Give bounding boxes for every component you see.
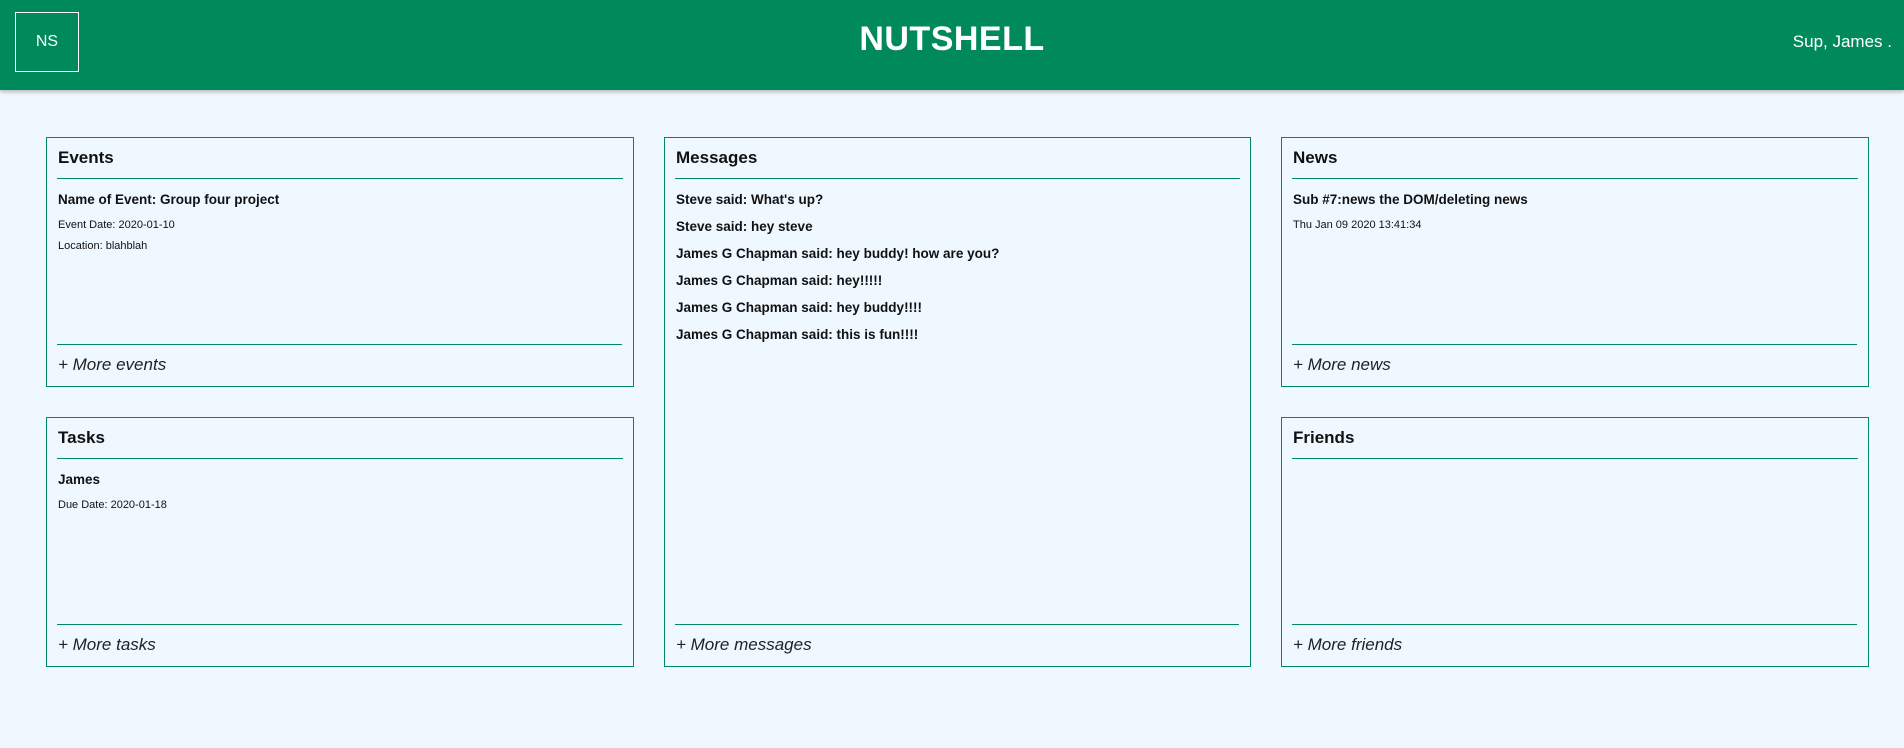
event-name: Name of Event: Group four project — [58, 192, 280, 207]
user-greeting: Sup, James . — [1792, 32, 1892, 51]
divider — [675, 624, 1239, 625]
tasks-card: Tasks James Due Date: 2020-01-18 + More … — [46, 417, 634, 667]
event-location: Location: blahblah — [58, 240, 148, 252]
divider — [1292, 458, 1858, 459]
more-messages-link[interactable]: + More messages — [676, 635, 812, 655]
divider — [57, 178, 623, 179]
more-news-link[interactable]: + More news — [1293, 355, 1391, 375]
tasks-title: Tasks — [58, 428, 105, 447]
more-tasks-link[interactable]: + More tasks — [58, 635, 156, 655]
messages-card: Messages Steve said: What's up? Steve sa… — [664, 137, 1251, 667]
news-headline: Sub #7:news the DOM/deleting news — [1293, 192, 1528, 207]
event-date: Event Date: 2020-01-10 — [58, 219, 175, 231]
divider — [1292, 178, 1858, 179]
app-title: NUTSHELL — [859, 20, 1045, 58]
task-name: James — [58, 472, 101, 487]
divider — [1292, 624, 1857, 625]
message-item: Steve said: What's up? — [676, 192, 824, 207]
divider — [57, 458, 623, 459]
message-item: James G Chapman said: hey!!!!! — [676, 273, 883, 288]
events-list: Name of Event: Group four project Event … — [58, 188, 623, 252]
friends-title: Friends — [1293, 428, 1355, 447]
divider — [57, 344, 622, 345]
message-item: James G Chapman said: hey buddy! how are… — [676, 246, 1000, 261]
divider — [675, 178, 1240, 179]
divider — [1292, 344, 1857, 345]
more-events-link[interactable]: + More events — [58, 355, 166, 375]
news-title: News — [1293, 148, 1338, 167]
message-item: James G Chapman said: hey buddy!!!! — [676, 300, 923, 315]
more-friends-link[interactable]: + More friends — [1293, 635, 1402, 655]
news-list: Sub #7:news the DOM/deleting news Thu Ja… — [1293, 188, 1858, 231]
divider — [57, 624, 622, 625]
message-item: James G Chapman said: this is fun!!!! — [676, 327, 919, 342]
messages-title: Messages — [676, 148, 758, 167]
events-card: Events Name of Event: Group four project… — [46, 137, 634, 387]
message-item: Steve said: hey steve — [676, 219, 813, 234]
friends-card: Friends + More friends — [1281, 417, 1869, 667]
news-card: News Sub #7:news the DOM/deleting news T… — [1281, 137, 1869, 387]
top-navbar: NS NUTSHELL Sup, James . — [0, 0, 1904, 90]
events-title: Events — [58, 148, 114, 167]
task-due-date: Due Date: 2020-01-18 — [58, 499, 167, 511]
news-timestamp: Thu Jan 09 2020 13:41:34 — [1293, 219, 1422, 231]
tasks-list: James Due Date: 2020-01-18 — [58, 468, 623, 511]
messages-list: Steve said: What's up? Steve said: hey s… — [676, 188, 1240, 343]
